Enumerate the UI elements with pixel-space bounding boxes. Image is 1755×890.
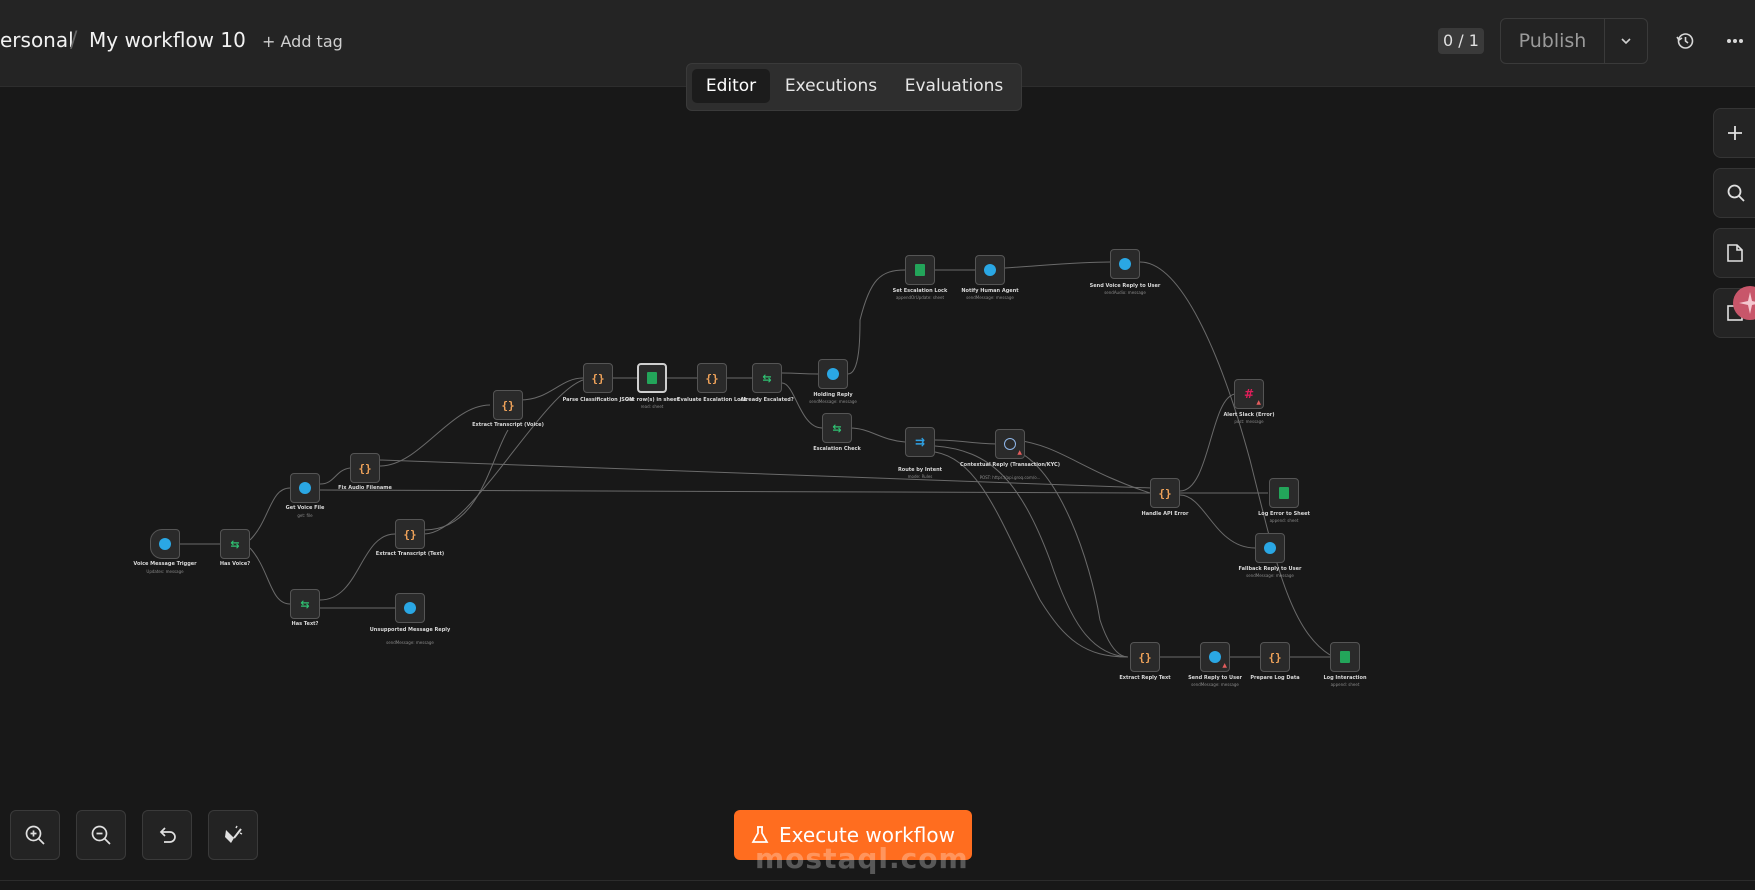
- workflow-node[interactable]: ⇆: [752, 363, 782, 393]
- workflow-node[interactable]: ▲: [1200, 642, 1230, 672]
- node-subtitle: read: sheet: [640, 404, 664, 409]
- node-label: Fix Audio Filename: [338, 485, 392, 491]
- workflow-node[interactable]: [818, 359, 848, 389]
- zoom-in-button[interactable]: [10, 810, 60, 860]
- workflow-node[interactable]: ▲: [995, 429, 1025, 459]
- connections-layer: [180, 261, 1331, 658]
- if-branch-icon: ⇆: [762, 371, 772, 385]
- if-branch-icon: ⇆: [230, 537, 240, 551]
- node-label: Send Voice Reply to User: [1089, 283, 1161, 289]
- globe-icon: [1004, 438, 1016, 450]
- reset-zoom-button[interactable]: [142, 810, 192, 860]
- node-label: Contextual Reply (Transaction/KYC): [959, 462, 1061, 468]
- workflow-node[interactable]: {}: [1150, 478, 1180, 508]
- workflow-node[interactable]: {}: [493, 390, 523, 420]
- code-icon: {}: [358, 461, 372, 475]
- workflow-node[interactable]: [1110, 249, 1140, 279]
- node-subtitle: sendMessage: message: [386, 640, 434, 645]
- node-label: Extract Transcript (Text): [375, 551, 445, 557]
- node-label: Notify Human Agent: [961, 288, 1019, 294]
- warning-icon: ▲: [1222, 662, 1227, 669]
- google-sheets-icon: [647, 372, 657, 384]
- reset-zoom-icon: [159, 827, 176, 843]
- node-label: Get Voice File: [285, 505, 325, 511]
- code-icon: {}: [403, 527, 417, 541]
- google-sheets-icon: [1279, 487, 1289, 499]
- code-icon: {}: [501, 398, 515, 412]
- node-label: Alert Slack (Error): [1223, 412, 1275, 418]
- workflow-node[interactable]: # ▲: [1234, 379, 1264, 409]
- node-subtitle: append: sheet: [1330, 682, 1360, 687]
- if-branch-icon: ⇆: [300, 597, 310, 611]
- if-branch-icon: ⇆: [832, 421, 842, 435]
- node-label: Escalation Check: [813, 446, 861, 452]
- node-subtitle: append: sheet: [1269, 518, 1299, 523]
- code-icon: {}: [1158, 486, 1172, 500]
- workflow-node[interactable]: {}: [1130, 642, 1160, 672]
- bottom-divider: [0, 880, 1755, 881]
- workflow-node[interactable]: [1255, 533, 1285, 563]
- workflow-node[interactable]: [637, 363, 667, 393]
- workflow-node[interactable]: {}: [395, 519, 425, 549]
- workflow-node[interactable]: [1269, 478, 1299, 508]
- node-label: Has Text?: [291, 621, 319, 627]
- workflow-node[interactable]: [395, 593, 425, 623]
- telegram-icon: [984, 264, 996, 276]
- node-subtitle: Updates: message: [146, 569, 184, 574]
- workflow-node[interactable]: ⇆: [220, 529, 250, 559]
- code-icon: {}: [591, 371, 605, 385]
- node-label: Extract Transcript (Voice): [472, 422, 544, 428]
- warning-icon: ▲: [1017, 449, 1022, 456]
- telegram-icon: [404, 602, 416, 614]
- code-icon: {}: [1268, 650, 1282, 664]
- workflow-node[interactable]: {}: [1260, 642, 1290, 672]
- telegram-icon: [1119, 258, 1131, 270]
- warning-icon: ▲: [1256, 399, 1261, 406]
- google-sheets-icon: [915, 264, 925, 276]
- node-label: Unsupported Message Reply: [369, 627, 451, 633]
- code-icon: {}: [1138, 650, 1152, 664]
- telegram-icon: [1209, 651, 1221, 663]
- workflow-node[interactable]: {}: [350, 453, 380, 483]
- node-label: Log Interaction: [1323, 675, 1367, 681]
- node-label: Log Error to Sheet: [1258, 511, 1310, 517]
- telegram-icon: [827, 368, 839, 380]
- workflow-node[interactable]: [1330, 642, 1360, 672]
- node-subtitle: sendMessage: message: [966, 295, 1014, 300]
- workflow-node[interactable]: [975, 255, 1005, 285]
- workflow-node[interactable]: [905, 255, 935, 285]
- node-label: Has Voice?: [219, 561, 251, 567]
- workflow-node[interactable]: ⇆: [822, 413, 852, 443]
- workflow-node[interactable]: {}: [697, 363, 727, 393]
- tidy-up-button[interactable]: [208, 810, 258, 860]
- zoom-out-icon: [91, 825, 111, 845]
- node-subtitle: sendAudio: message: [1104, 290, 1146, 295]
- telegram-icon: [1264, 542, 1276, 554]
- workflow-node[interactable]: [150, 529, 180, 559]
- slack-icon: #: [1243, 387, 1255, 401]
- node-subtitle: get: file: [297, 513, 313, 518]
- zoom-out-button[interactable]: [76, 810, 126, 860]
- workflow-node[interactable]: ⇉: [905, 427, 935, 457]
- node-subtitle: POST: https://api.groq.com/o...: [979, 475, 1041, 480]
- workflow-node[interactable]: ⇆: [290, 589, 320, 619]
- google-sheets-icon: [1340, 651, 1350, 663]
- telegram-icon: [159, 538, 171, 550]
- node-subtitle: sendMessage: message: [809, 399, 857, 404]
- tidy-up-icon: [225, 825, 243, 843]
- code-icon: {}: [705, 371, 719, 385]
- node-label: Holding Reply: [813, 392, 853, 398]
- switch-icon: ⇉: [914, 435, 926, 449]
- node-label: Handle API Error: [1141, 511, 1189, 517]
- zoom-in-icon: [25, 825, 45, 845]
- node-subtitle: post: message: [1234, 419, 1264, 424]
- node-label: Fallback Reply to User: [1238, 566, 1302, 572]
- node-subtitle: sendMessage: message: [1246, 573, 1294, 578]
- watermark: mostaql.com: [755, 842, 969, 875]
- node-subtitle: sendMessage: message: [1191, 682, 1239, 687]
- workflow-node[interactable]: {}: [583, 363, 613, 393]
